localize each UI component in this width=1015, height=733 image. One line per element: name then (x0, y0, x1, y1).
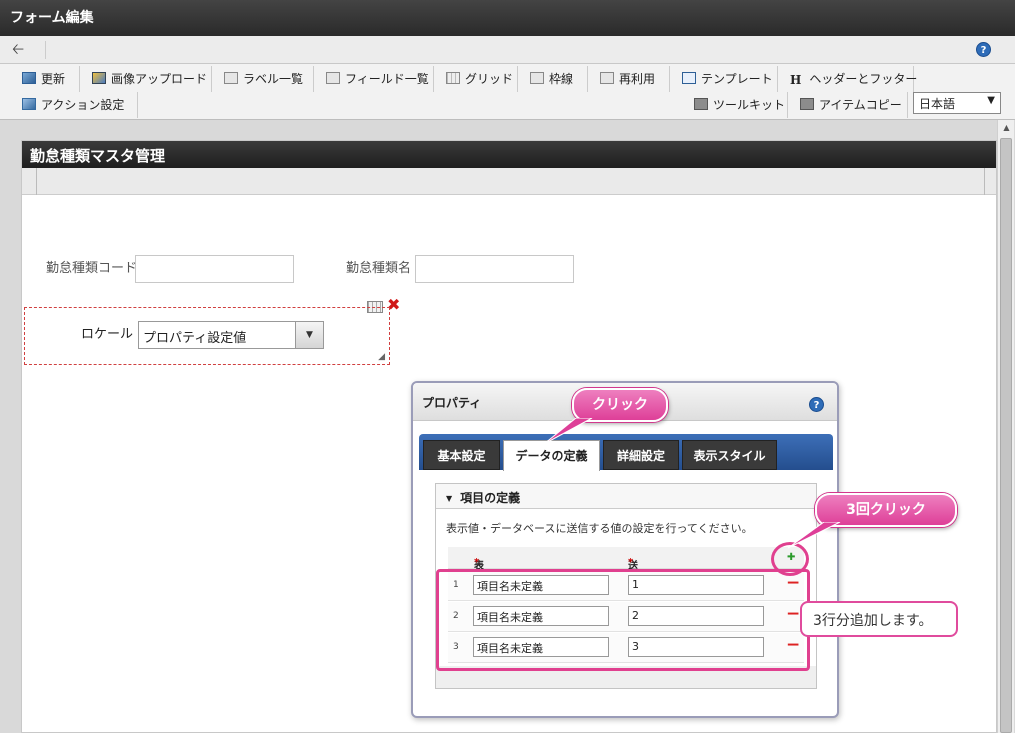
grid-icon (446, 72, 460, 84)
help-icon[interactable]: ? (976, 42, 991, 57)
tab-bar: 基本設定 データの定義 詳細設定 表示スタイル (419, 434, 833, 471)
chevron-down-icon: ▼ (987, 95, 995, 106)
locale-select[interactable]: プロパティ設定値 ▼ (138, 321, 324, 349)
section-description: 表示値・データベースに送信する値の設定を行ってください。 (446, 522, 753, 535)
back-button[interactable]: 🡠 (12, 41, 46, 59)
callout-pointer (787, 522, 841, 549)
window-title: フォーム編集 (0, 0, 1015, 36)
list-icon (224, 72, 238, 84)
image-upload-button[interactable]: 画像アップロード (84, 66, 212, 92)
border-icon (530, 72, 544, 84)
click-callout: クリック (572, 388, 668, 422)
toolkit-button[interactable]: ツールキット (686, 92, 788, 118)
form-subheader (22, 168, 996, 195)
callout-pointer (543, 418, 593, 445)
back-arrow-icon: 🡠 (12, 40, 25, 58)
resize-handle-icon[interactable]: ◢ (378, 352, 385, 362)
nav-bar: 🡠 ? (0, 36, 1015, 64)
reuse-button[interactable]: 再利用 (592, 66, 670, 92)
update-button[interactable]: 更新 (14, 66, 80, 92)
form-title: 勤怠種類マスタ管理 (22, 141, 996, 168)
add-rows-note: 3行分追加します。 (800, 601, 958, 637)
table-header: 表示値* 送信値* ✚ (448, 547, 804, 602)
rows-highlight (436, 569, 810, 671)
tab-basic-settings[interactable]: 基本設定 (423, 440, 500, 470)
field-code-label: 勤怠種類コード (46, 261, 138, 276)
header-footer-button[interactable]: H ヘッダーとフッター (782, 66, 917, 92)
item-copy-button[interactable]: アイテムコピー (792, 92, 908, 118)
section-header[interactable]: ▼ 項目の定義 (436, 484, 816, 509)
field-name-label: 勤怠種類名 (346, 261, 412, 276)
chevron-down-icon[interactable]: ▼ (295, 322, 323, 348)
language-select[interactable]: 日本語 ▼ (913, 92, 1001, 114)
image-upload-icon (92, 72, 106, 84)
divider (984, 168, 985, 195)
vertical-scrollbar[interactable]: ▲ (997, 120, 1014, 733)
toolbar: 更新 画像アップロード ラベル一覧 フィールド一覧 グリッド 枠線 再利用 テン… (0, 64, 1015, 120)
template-icon (682, 72, 696, 84)
grid-button[interactable]: グリッド (438, 66, 518, 92)
collapse-arrow-icon: ▼ (446, 494, 453, 503)
scroll-up-icon[interactable]: ▲ (998, 120, 1015, 136)
action-icon (22, 98, 36, 110)
action-settings-button[interactable]: アクション設定 (14, 92, 138, 118)
label-list-button[interactable]: ラベル一覧 (216, 66, 314, 92)
update-icon (22, 72, 36, 84)
divider (36, 168, 37, 195)
locale-field-box[interactable]: ロケール プロパティ設定値 ▼ ◢ (24, 307, 390, 365)
field-name-input[interactable] (415, 255, 574, 283)
tab-display-style[interactable]: 表示スタイル (682, 440, 777, 470)
header-icon: H (790, 73, 802, 87)
field-code-input[interactable] (135, 255, 294, 283)
toolbox-icon (694, 98, 708, 110)
locale-label: ロケール (81, 327, 134, 342)
list-icon (326, 72, 340, 84)
help-icon[interactable]: ? (809, 397, 824, 412)
toolbox-icon (800, 98, 814, 110)
border-button[interactable]: 枠線 (522, 66, 588, 92)
field-list-button[interactable]: フィールド一覧 (318, 66, 434, 92)
scroll-thumb[interactable] (1000, 138, 1012, 733)
tab-detail-settings[interactable]: 詳細設定 (603, 440, 679, 470)
reuse-icon (600, 72, 614, 84)
template-button[interactable]: テンプレート (674, 66, 778, 92)
